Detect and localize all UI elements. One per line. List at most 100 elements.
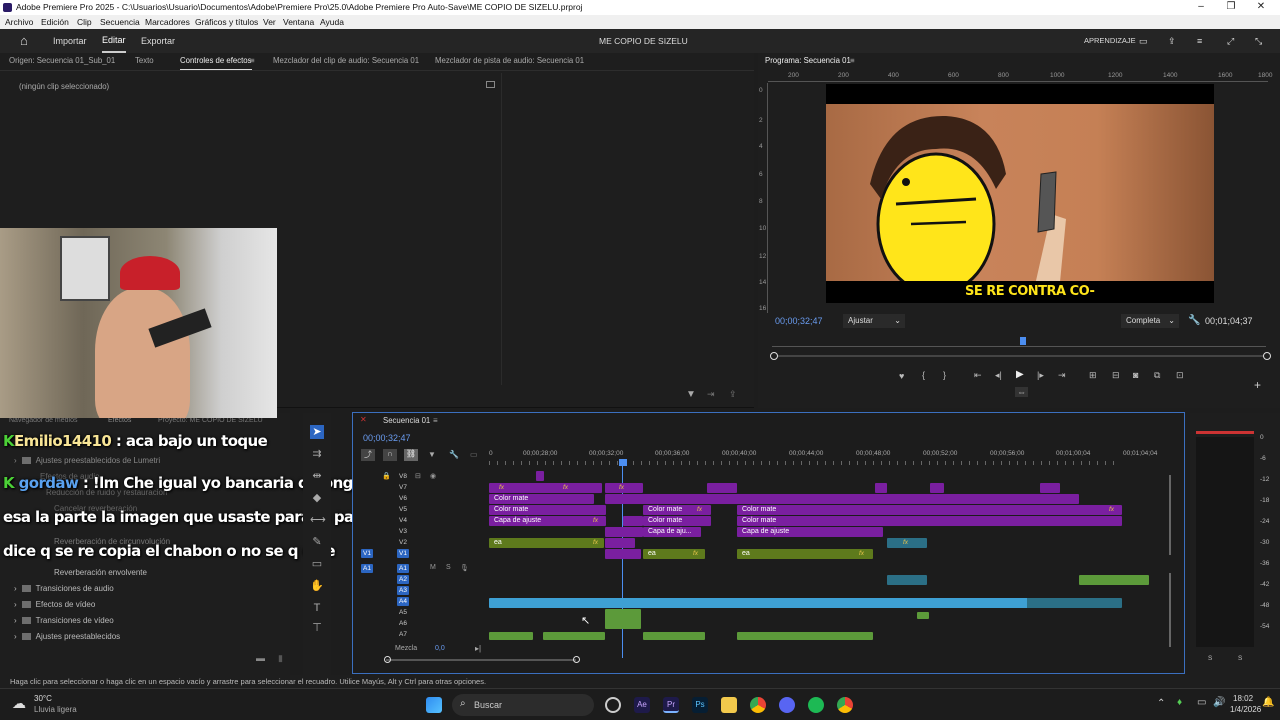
close-tab-icon[interactable]: ✕ [360, 415, 367, 424]
clock-time[interactable]: 18:02 [1233, 694, 1253, 703]
lock-icon[interactable]: 🔒 [382, 472, 391, 480]
menu-ventana[interactable]: Ventana [283, 15, 314, 29]
mix-arrow-icon[interactable]: ▸| [475, 644, 481, 653]
program-zoom-bar[interactable] [772, 355, 1266, 357]
clip-v4-color-mate[interactable]: Color mate [643, 516, 711, 526]
slip-icon[interactable]: ⟷ [310, 513, 326, 527]
fullscreen-icon[interactable]: ⤢ [1227, 29, 1234, 53]
zoom-handle-left[interactable] [770, 352, 778, 360]
tab-menu-icon[interactable]: ≡ [433, 416, 438, 425]
hand-icon[interactable]: ✋ [310, 579, 324, 593]
spotify-icon[interactable] [808, 697, 824, 713]
caption-icon[interactable]: ⊤ [310, 621, 324, 635]
program-timecode[interactable]: 00;00;32;47 [775, 316, 823, 326]
clip-v2[interactable] [605, 538, 635, 548]
timeline-playhead-handle[interactable] [619, 459, 627, 466]
clip-v1-ea[interactable]: ea [737, 549, 873, 559]
discord-icon[interactable] [779, 697, 795, 713]
effects-folder-video-effects[interactable]: › Efectos de vídeo [14, 600, 95, 609]
settings-icon[interactable]: ⊡ [1176, 370, 1184, 381]
track-label-v7[interactable]: V7 [397, 483, 409, 492]
track-label-a2[interactable]: A2 [397, 575, 409, 584]
clip-v5-color-mate[interactable]: Color mate [489, 505, 606, 515]
nest-icon[interactable]: ⤴ [361, 449, 375, 461]
track-select-icon[interactable]: ⇉ [310, 447, 324, 461]
mute-button[interactable]: M [430, 564, 436, 571]
program-tab[interactable]: Programa: Secuencia 01 [765, 53, 851, 69]
tab-source[interactable]: Origen: Secuencia 01_Sub_01 [9, 53, 115, 69]
after-effects-icon[interactable]: Ae [634, 697, 650, 713]
clip-v3-adjust[interactable]: Capa de ajuste [737, 527, 883, 537]
menu-graficos[interactable]: Gráficos y títulos [195, 15, 258, 29]
track-label-v2[interactable]: V2 [397, 538, 409, 547]
source-patch-v1[interactable]: V1 [361, 549, 373, 558]
clip-v7[interactable] [875, 483, 887, 493]
ripple-edit-icon[interactable]: ⇹ [310, 469, 324, 483]
mark-out-icon[interactable]: } [943, 370, 946, 380]
meter-solo-right[interactable]: S [1238, 655, 1242, 662]
track-label-v6[interactable]: V6 [397, 494, 409, 503]
clip-a2[interactable] [887, 575, 927, 585]
tab-exportar[interactable]: Exportar [141, 29, 175, 53]
weather-icon[interactable]: ☁ [12, 695, 26, 712]
menu-secuencia[interactable]: Secuencia [100, 15, 140, 29]
maximize-button[interactable]: ❐ [1216, 0, 1246, 15]
tab-editar[interactable]: Editar [102, 29, 126, 53]
menu-icon[interactable]: ≡ [1197, 29, 1202, 53]
clip-v3-adjust-short[interactable]: Capa de aju... [643, 527, 701, 537]
quality-select[interactable]: Completa ⌄ [1121, 314, 1179, 328]
timeline-horizontal-scrollbar[interactable] [386, 659, 576, 661]
tab-effect-controls[interactable]: Controles de efectos [180, 53, 252, 70]
track-label-a6[interactable]: A6 [397, 619, 409, 628]
eye-icon[interactable]: ◉ [430, 472, 436, 480]
effects-folder-audio-transitions[interactable]: › Transiciones de audio [14, 584, 114, 593]
chrome-icon[interactable] [750, 697, 766, 713]
clip-a2[interactable] [1079, 575, 1149, 585]
display-icon[interactable]: ▭ [1197, 697, 1206, 708]
tab-clip-mixer[interactable]: Mezclador del clip de audio: Secuencia 0… [273, 53, 419, 69]
marker-icon[interactable]: ♥ [899, 371, 904, 381]
clip-v8[interactable] [536, 471, 544, 481]
fit-select[interactable]: Ajustar ⌄ [843, 314, 905, 328]
type-icon[interactable]: T [310, 601, 324, 615]
clip-v3[interactable] [605, 527, 643, 537]
scroll-handle-left[interactable] [384, 656, 391, 663]
add-marker-icon[interactable]: ▼ [428, 450, 436, 459]
rectangle-icon[interactable]: ▭ [310, 557, 324, 571]
file-explorer-icon[interactable] [721, 697, 737, 713]
share-icon[interactable]: ⇪ [1168, 29, 1176, 53]
clip-v6[interactable] [605, 494, 1079, 504]
clip-v7[interactable] [489, 483, 602, 493]
share-clip-icon[interactable]: ⇪ [729, 389, 737, 400]
source-patch-a1[interactable]: A1 [361, 564, 373, 573]
sequence-tab[interactable]: Secuencia 01 [383, 416, 430, 425]
audio-vertical-scrollbar[interactable] [1169, 573, 1171, 647]
home-icon[interactable]: ⌂ [20, 29, 28, 53]
clip-v6-color-mate[interactable]: Color mate [489, 494, 594, 504]
razor-icon[interactable]: ◆ [310, 491, 324, 505]
clip-a7[interactable] [543, 632, 605, 640]
menu-edicion[interactable]: Edición [41, 15, 69, 29]
clip-a5[interactable] [605, 609, 641, 629]
premiere-icon[interactable]: Pr [663, 697, 679, 713]
export-icon[interactable]: ⇥ [707, 389, 715, 400]
play-icon[interactable]: ▶ [1016, 369, 1024, 380]
taskbar-search[interactable]: ⌕ Buscar [452, 694, 594, 716]
track-label-v8[interactable]: V8 [397, 472, 409, 481]
clip-v4-adjust[interactable]: Capa de ajuste [489, 516, 606, 526]
caption-track-icon[interactable]: ▭ [470, 450, 478, 459]
menu-archivo[interactable]: Archivo [5, 15, 33, 29]
menu-clip[interactable]: Clip [77, 15, 92, 29]
extract-icon[interactable]: ⊟ [1112, 370, 1120, 381]
clip-v7[interactable] [930, 483, 944, 493]
meter-solo-left[interactable]: S [1208, 655, 1212, 662]
volume-icon[interactable]: 🔊 [1213, 697, 1225, 708]
photoshop-icon[interactable]: Ps [692, 697, 708, 713]
step-back-icon[interactable]: ◂| [995, 370, 1002, 381]
expand-icon[interactable]: ⤡ [1255, 29, 1262, 53]
clip-v7[interactable] [707, 483, 737, 493]
add-button-icon[interactable]: + [1254, 378, 1261, 392]
clip-v7[interactable] [1040, 483, 1060, 493]
learning-button[interactable]: APRENDIZAJE [1084, 29, 1136, 53]
wrench-icon[interactable]: 🔧 [1188, 315, 1200, 326]
